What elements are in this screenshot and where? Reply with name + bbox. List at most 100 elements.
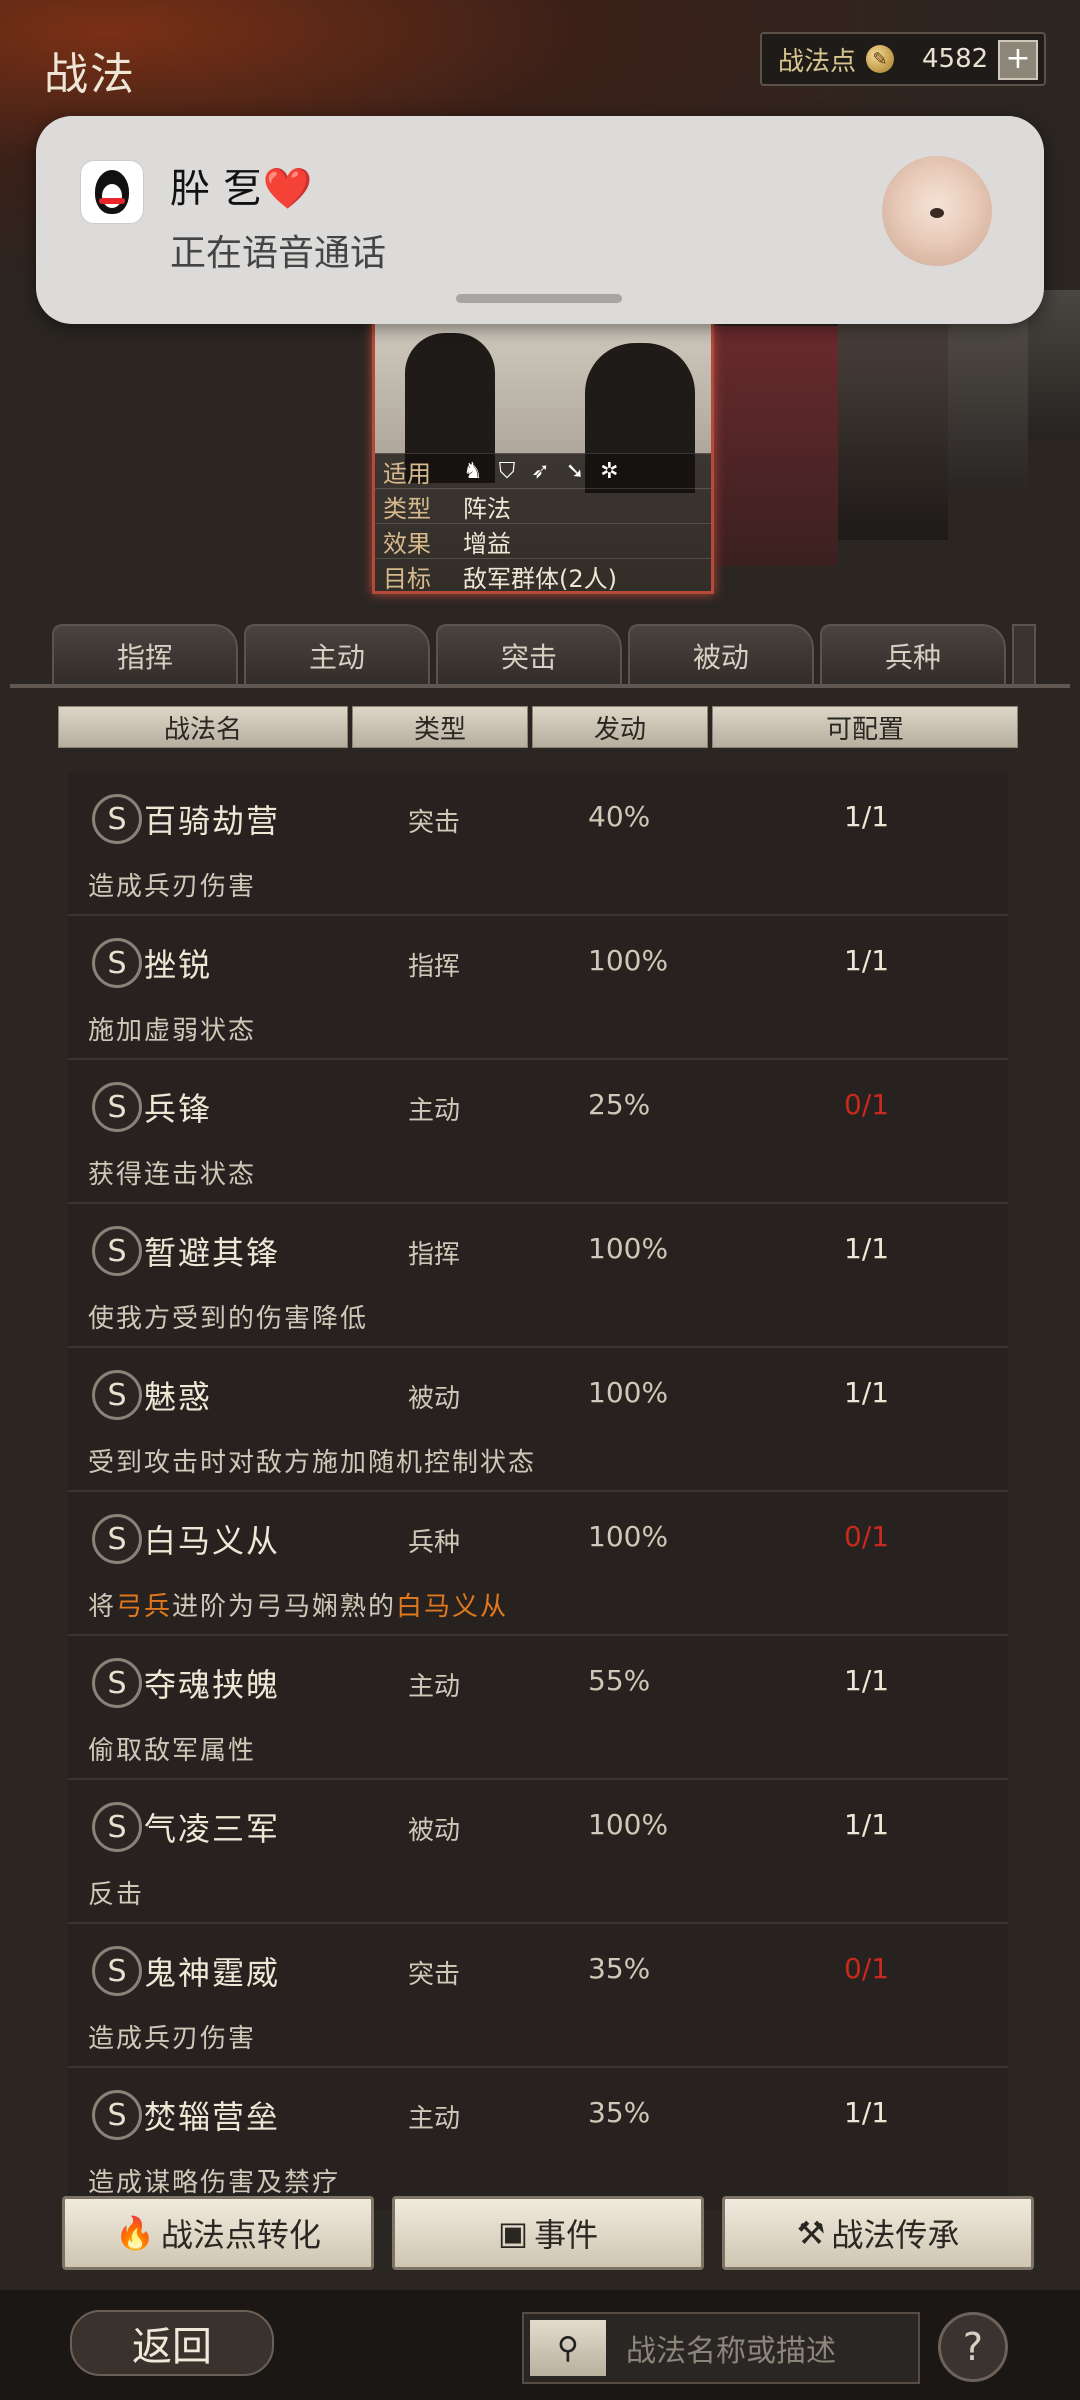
tactic-row[interactable]: S 白马义从 兵种 100% 0/1 将弓兵进阶为弓马娴熟的白马义从 <box>68 1492 1008 1636</box>
rank-badge: S <box>92 1802 142 1852</box>
search-icon[interactable]: ⚲ <box>530 2320 606 2376</box>
tab-troop[interactable]: 兵种 <box>820 624 1006 686</box>
tactic-config: 1/1 <box>844 1664 890 1697</box>
rank-badge: S <box>92 1370 142 1420</box>
tab-passive[interactable]: 被动 <box>628 624 814 686</box>
tactic-row[interactable]: S 兵锋 主动 25% 0/1 获得连击状态 <box>68 1060 1008 1204</box>
tactic-row[interactable]: S 挫锐 指挥 100% 1/1 施加虚弱状态 <box>68 916 1008 1060</box>
tactic-desc: 受到攻击时对敌方施加随机控制状态 <box>88 1448 537 1478</box>
tactic-config: 0/1 <box>844 1520 890 1553</box>
rank-badge: S <box>92 1226 142 1276</box>
side-card[interactable] <box>1028 290 1080 440</box>
tactic-percent: 40% <box>588 800 651 833</box>
tactic-desc: 使我方受到的伤害降低 <box>88 1304 369 1334</box>
tactic-row[interactable]: S 焚辎营垒 主动 35% 1/1 造成谋略伤害及禁疗 <box>68 2068 1008 2210</box>
hero-card[interactable]: 适用 ♞ ⛉ ➶ ➘ ✲ 类型 阵法 效果 增益 目标 敌军群体(2人) <box>372 320 714 594</box>
hero-row-key: 类型 <box>383 494 431 523</box>
side-card[interactable] <box>948 300 1028 490</box>
flame-icon: 🔥 <box>115 2214 155 2252</box>
tactic-percent: 100% <box>588 944 669 977</box>
cavalry-icon: ♞ <box>463 458 483 484</box>
rank-badge: S <box>92 1946 142 1996</box>
tactic-name: 魅惑 <box>144 1378 213 1416</box>
tactic-row[interactable]: S 鬼神霆威 突击 35% 0/1 造成兵刃伤害 <box>68 1924 1008 2068</box>
coin-icon: ✎ <box>866 45 895 73</box>
tactic-config: 0/1 <box>844 1088 890 1121</box>
hero-row-key: 目标 <box>383 564 431 593</box>
hero-info: 适用 ♞ ⛉ ➶ ➘ ✲ 类型 阵法 效果 增益 目标 敌军群体(2人) <box>375 453 711 593</box>
rank-badge: S <box>92 1514 142 1564</box>
voice-call-notification[interactable]: 肸 乭❤️ 正在语音通话 <box>36 116 1044 324</box>
hero-row-key: 适用 <box>383 459 431 488</box>
tactic-percent: 35% <box>588 1952 651 1985</box>
tactic-name: 暂避其锋 <box>144 1234 281 1272</box>
tactic-row[interactable]: S 气凌三军 被动 100% 1/1 反击 <box>68 1780 1008 1924</box>
tactic-name: 百骑劫营 <box>144 802 281 840</box>
rank-badge: S <box>92 794 142 844</box>
hero-row-type: 类型 阵法 <box>375 488 711 523</box>
hero-row-value: 敌军群体(2人) <box>463 564 617 593</box>
desc-highlight: 弓兵 <box>116 1592 173 1622</box>
tactic-desc: 偷取敌军属性 <box>88 1736 257 1766</box>
hammer-icon: ⚒ <box>796 2214 826 2252</box>
action-buttons: 🔥 战法点转化 ▣ 事件 ⚒ 战法传承 <box>62 2196 1034 2270</box>
caller-avatar[interactable] <box>882 156 992 266</box>
tactic-points-display: 战法点 ✎ 4582 + <box>760 32 1046 86</box>
tactic-percent: 55% <box>588 1664 651 1697</box>
page-title: 战法 <box>44 49 136 100</box>
tab-divider <box>10 684 1070 688</box>
tab-active[interactable]: 主动 <box>244 624 430 686</box>
call-status: 正在语音通话 <box>170 233 387 274</box>
col-trigger[interactable]: 发动 <box>532 706 708 748</box>
tactic-name: 鬼神霆威 <box>144 1954 281 1992</box>
qq-penguin-icon <box>80 160 144 224</box>
col-name[interactable]: 战法名 <box>58 706 348 748</box>
side-card[interactable] <box>708 326 838 566</box>
desc-text: 将 <box>88 1592 117 1622</box>
tactic-row[interactable]: S 魅惑 被动 100% 1/1 受到攻击时对敌方施加随机控制状态 <box>68 1348 1008 1492</box>
tactic-config: 1/1 <box>844 1376 890 1409</box>
tactic-type: 被动 <box>408 1816 461 1846</box>
tactic-desc: 将弓兵进阶为弓马娴熟的白马义从 <box>88 1586 508 1623</box>
points-value: 4582 <box>922 44 989 74</box>
tactic-config: 1/1 <box>844 1232 890 1265</box>
search-placeholder: 战法名称或描述 <box>626 2334 836 2369</box>
table-header: 战法名 类型 发动 可配置 <box>58 706 1018 748</box>
tactic-type: 主动 <box>408 2104 461 2134</box>
tactic-percent: 35% <box>588 2096 651 2129</box>
tactic-row[interactable]: S 百骑劫营 突击 40% 1/1 造成兵刃伤害 <box>68 772 1008 916</box>
tactic-config: 1/1 <box>844 800 890 833</box>
tab-more[interactable] <box>1012 624 1036 686</box>
add-points-button[interactable]: + <box>998 40 1038 80</box>
search-box[interactable]: ⚲ 战法名称或描述 <box>522 2312 920 2384</box>
side-card[interactable] <box>838 320 948 540</box>
tab-command[interactable]: 指挥 <box>52 624 238 686</box>
tactic-name: 兵锋 <box>144 1090 213 1128</box>
shield-icon: ⛉ <box>498 458 516 484</box>
col-config[interactable]: 可配置 <box>712 706 1018 748</box>
tab-assault[interactable]: 突击 <box>436 624 622 686</box>
button-label: 战法点转化 <box>160 2216 321 2254</box>
convert-points-button[interactable]: 🔥 战法点转化 <box>62 2196 374 2270</box>
tactic-config: 1/1 <box>844 1808 890 1841</box>
tactic-row[interactable]: S 暂避其锋 指挥 100% 1/1 使我方受到的伤害降低 <box>68 1204 1008 1348</box>
help-button[interactable]: ? <box>938 2312 1008 2382</box>
tactic-name: 白马义从 <box>144 1522 281 1560</box>
tactic-row[interactable]: S 夺魂挟魄 主动 55% 1/1 偷取敌军属性 <box>68 1636 1008 1780</box>
event-button[interactable]: ▣ 事件 <box>392 2196 704 2270</box>
tactic-desc: 造成谋略伤害及禁疗 <box>88 2168 341 2198</box>
tactic-percent: 25% <box>588 1088 651 1121</box>
tactic-type: 突击 <box>408 1960 461 1990</box>
tactic-type: 突击 <box>408 808 461 838</box>
tactic-percent: 100% <box>588 1808 669 1841</box>
notification-handle[interactable] <box>456 294 622 303</box>
tactic-desc: 造成兵刃伤害 <box>88 2024 257 2054</box>
event-icon: ▣ <box>497 2214 529 2252</box>
back-button[interactable]: 返回 <box>70 2310 274 2376</box>
tactic-type: 指挥 <box>408 952 461 982</box>
tactic-type: 主动 <box>408 1096 461 1126</box>
inherit-button[interactable]: ⚒ 战法传承 <box>722 2196 1034 2270</box>
category-tabs: 指挥 主动 突击 被动 兵种 <box>52 624 1036 686</box>
col-type[interactable]: 类型 <box>352 706 528 748</box>
tactic-percent: 100% <box>588 1376 669 1409</box>
